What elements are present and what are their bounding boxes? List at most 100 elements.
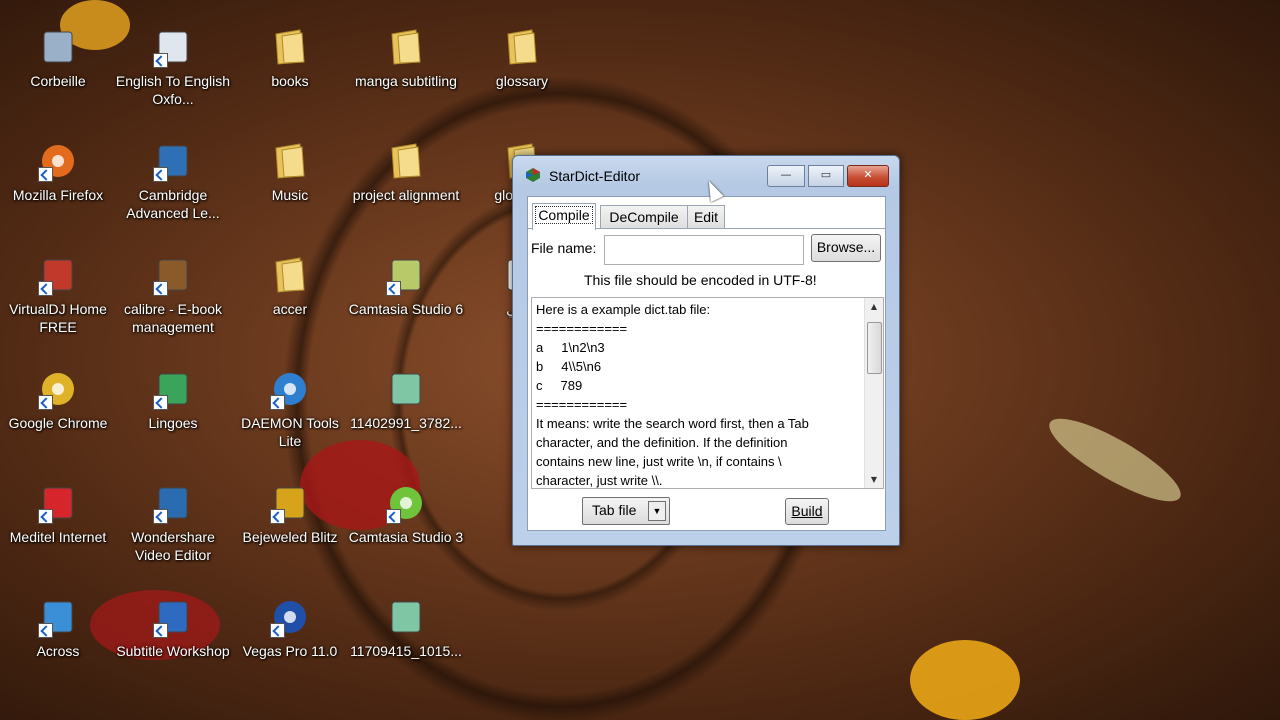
chrome-icon [38, 370, 76, 410]
desktop-icon-label: Camtasia Studio 6 [348, 301, 464, 317]
tab-edit[interactable]: Edit [687, 205, 725, 229]
desktop-icon-label: Camtasia Studio 3 [348, 529, 464, 545]
folder-icon [388, 142, 424, 180]
build-button[interactable]: Build [785, 498, 829, 525]
desktop-icon-label: English To English Oxfo... [115, 73, 231, 107]
maximize-icon: ▭ [820, 168, 832, 181]
desktop-icon[interactable]: DAEMON Tools Lite [232, 342, 348, 450]
shortcut-arrow-icon [153, 53, 168, 68]
camtasia-green-icon [386, 484, 424, 524]
desktop-icon[interactable]: VirtualDJ Home FREE [0, 228, 116, 336]
desktop-icon[interactable]: project alignment [348, 114, 464, 222]
desktop-icon[interactable]: accer [232, 228, 348, 336]
shortcut-arrow-icon [38, 167, 53, 182]
shortcut-arrow-icon [386, 509, 401, 524]
file-name-label: File name: [531, 240, 597, 256]
desktop-icon[interactable]: Music [232, 114, 348, 222]
desktop-icon[interactable]: books [232, 0, 348, 108]
desktop-icon-label: 11402991_3782... [350, 415, 462, 431]
file-name-input[interactable] [604, 235, 804, 265]
desktop-icon-label: VirtualDJ Home FREE [9, 301, 107, 335]
desktop-icon-label: 11709415_1015... [350, 643, 462, 659]
shortcut-arrow-icon [270, 623, 285, 638]
firefox-icon [38, 142, 76, 182]
desktop-icon-label: Bejeweled Blitz [242, 529, 338, 545]
desktop-icon[interactable]: Across [0, 570, 116, 678]
desktop-icon[interactable]: Wondershare Video Editor [115, 456, 231, 564]
chevron-down-icon: ▼ [648, 501, 666, 521]
desktop-icon[interactable]: glossary [464, 0, 580, 108]
desktop-icon-label: Google Chrome [8, 415, 108, 431]
desktop-icon[interactable]: 11402991_3782... [348, 342, 464, 450]
desktop-icon-label: Across [36, 643, 80, 659]
desktop-icon[interactable]: Bejeweled Blitz [232, 456, 348, 564]
meditel-icon [38, 484, 76, 524]
shortcut-arrow-icon [38, 509, 53, 524]
desktop-icon[interactable]: 11709415_1015... [348, 570, 464, 678]
desktop-icon-label: glossary [495, 73, 549, 89]
desktop-icon[interactable]: Camtasia Studio 3 [348, 456, 464, 564]
desktop-icon[interactable]: Corbeille [0, 0, 116, 108]
shortcut-arrow-icon [153, 281, 168, 296]
close-icon: ✕ [863, 168, 873, 181]
desktop-icon-label: Meditel Internet [9, 529, 107, 545]
example-text: Here is a example dict.tab file: =======… [536, 302, 809, 488]
minimize-button[interactable]: — [767, 165, 805, 187]
shortcut-arrow-icon [270, 509, 285, 524]
maximize-button[interactable]: ▭ [808, 165, 844, 187]
desktop-icon-label: Wondershare Video Editor [131, 529, 215, 563]
desktop-icon-label: Subtitle Workshop [116, 643, 230, 659]
camtasia-icon [386, 256, 424, 296]
folder-icon [504, 28, 540, 66]
tab-compile[interactable]: Compile [532, 203, 596, 230]
wondershare-icon [153, 484, 191, 524]
desktop-icon[interactable]: English To English Oxfo... [115, 0, 231, 108]
close-button[interactable]: ✕ [847, 165, 889, 187]
desktop-icon[interactable]: calibre - E-book management [115, 228, 231, 336]
shortcut-arrow-icon [386, 281, 401, 296]
minimize-icon: — [780, 168, 792, 181]
daemon-tools-icon [270, 370, 308, 410]
window-title: StarDict-Editor [549, 168, 641, 184]
desktop-icon[interactable]: manga subtitling [348, 0, 464, 108]
desktop-icon[interactable]: Cambridge Advanced Le... [115, 114, 231, 222]
example-text-area[interactable]: Here is a example dict.tab file: =======… [531, 297, 884, 489]
subtitle-workshop-icon [153, 598, 191, 638]
desktop-icon[interactable]: Subtitle Workshop [115, 570, 231, 678]
format-select[interactable]: Tab file ▼ [582, 497, 670, 525]
desktop-icon-label: Music [271, 187, 309, 203]
desktop-icon-label: calibre - E-book management [123, 301, 223, 335]
vertical-scrollbar[interactable]: ▲ ▼ [864, 298, 883, 488]
stardict-app-icon [526, 168, 540, 182]
desktop-icon-label: Corbeille [30, 73, 86, 89]
recycle-bin-icon [40, 28, 76, 66]
shortcut-arrow-icon [153, 167, 168, 182]
browse-button[interactable]: Browse... [811, 234, 881, 262]
desktop-icon[interactable]: Lingoes [115, 342, 231, 450]
desktop-icon[interactable]: Vegas Pro 11.0 [232, 570, 348, 678]
shortcut-arrow-icon [38, 395, 53, 410]
lingoes-icon [153, 370, 191, 410]
window-client-area: Compile DeCompile Edit File name: Browse… [527, 196, 886, 531]
desktop-icon-label: Mozilla Firefox [12, 187, 104, 203]
desktop-icon[interactable]: Camtasia Studio 6 [348, 228, 464, 336]
desktop-icon-label: Cambridge Advanced Le... [126, 187, 220, 221]
scroll-up-icon[interactable]: ▲ [865, 298, 883, 315]
desktop-icon[interactable]: Meditel Internet [0, 456, 116, 564]
scroll-down-icon[interactable]: ▼ [865, 471, 883, 488]
encoding-note: This file should be encoded in UTF-8! [584, 272, 817, 288]
shortcut-arrow-icon [153, 395, 168, 410]
folder-icon [272, 28, 308, 66]
across-icon [38, 598, 76, 638]
desktop-icon[interactable]: Mozilla Firefox [0, 114, 116, 222]
dictionary-icon [153, 28, 191, 68]
virtualdj-icon [38, 256, 76, 296]
desktop-icon-label: Lingoes [148, 415, 198, 431]
desktop-icon[interactable]: Google Chrome [0, 342, 116, 450]
desktop-icon-label: accer [272, 301, 308, 317]
folder-icon [272, 256, 308, 294]
tab-decompile[interactable]: DeCompile [600, 205, 688, 229]
scroll-thumb[interactable] [867, 322, 882, 374]
shortcut-arrow-icon [38, 281, 53, 296]
shortcut-arrow-icon [153, 509, 168, 524]
